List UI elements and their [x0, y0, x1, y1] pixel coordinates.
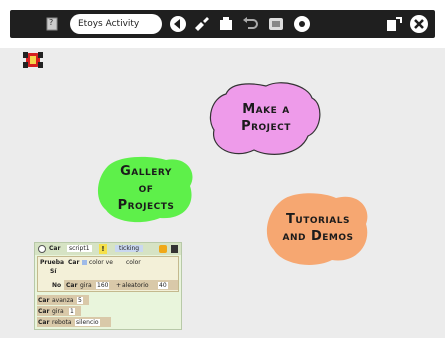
ticking-status[interactable]: ticking	[115, 245, 144, 252]
project-icon[interactable]	[266, 14, 286, 34]
no-action-amount[interactable]: 160	[96, 282, 110, 289]
line-rebota-object: Car	[38, 319, 50, 326]
condition-value: color	[126, 259, 141, 266]
make-project-label: Make a Project	[241, 102, 291, 134]
line-gira-amount[interactable]: 1	[69, 308, 75, 315]
stop-label: ?	[49, 18, 54, 27]
line-avanza-amount[interactable]: 5	[77, 297, 83, 304]
test-label: Prueba	[40, 259, 65, 266]
undo-icon[interactable]	[240, 14, 260, 34]
condition-color-swatch[interactable]	[82, 260, 87, 265]
line-rebota-amount[interactable]: silencio	[75, 319, 100, 326]
close-icon[interactable]	[409, 14, 429, 34]
script-header: Car script1 ! ticking	[35, 243, 181, 255]
gallery-label: Gallery of Projects	[117, 163, 175, 213]
script-editor[interactable]: Car script1 ! ticking Prueba Car color v…	[34, 242, 182, 330]
menu-icon[interactable]	[38, 245, 46, 253]
star-icon[interactable]	[159, 245, 167, 253]
line-gira-verb: gira	[52, 308, 64, 315]
back-icon[interactable]	[168, 14, 188, 34]
no-action-object: Car	[66, 282, 78, 289]
script-object-name: Car	[49, 245, 61, 252]
no-action-verb: gira	[80, 282, 92, 289]
condition-property: color ve	[89, 259, 113, 266]
warning-icon: !	[99, 244, 107, 254]
no-action-op: +	[116, 282, 122, 289]
top-bar: ? Etoys Activity	[0, 0, 445, 48]
yes-label: Sí	[50, 268, 57, 275]
etoys-toolbar: ? Etoys Activity	[10, 10, 435, 38]
etoys-world[interactable]: Make a Project Gallery of Projects Tutor…	[0, 48, 445, 338]
line-avanza-verb: avanza	[52, 297, 74, 304]
no-action-func[interactable]: aleatorio	[122, 282, 149, 289]
car-sprite[interactable]	[22, 50, 44, 70]
condition-object: Car	[68, 259, 80, 266]
test-block[interactable]: Prueba Car color ve color Sí No Car gira…	[37, 256, 179, 292]
line-gira-object: Car	[38, 308, 50, 315]
tutorials-label: Tutorials and Demos	[282, 212, 354, 244]
line-avanza-object: Car	[38, 297, 50, 304]
no-label: No	[52, 282, 62, 289]
make-project-bubble[interactable]: Make a Project	[204, 74, 328, 162]
dismiss-icon[interactable]	[171, 245, 178, 253]
activity-name-field[interactable]: Etoys Activity	[70, 14, 162, 34]
line-rebota-verb: rebota	[52, 319, 72, 326]
no-action-arg[interactable]: 40	[158, 282, 168, 289]
navigator-icon[interactable]	[292, 14, 312, 34]
share-icon[interactable]	[384, 14, 404, 34]
script-name[interactable]: script1	[67, 245, 92, 252]
gallery-bubble[interactable]: Gallery of Projects	[94, 152, 198, 224]
paint-icon[interactable]	[192, 14, 212, 34]
tutorials-bubble[interactable]: Tutorials and Demos	[262, 188, 374, 268]
supplies-icon[interactable]	[216, 14, 236, 34]
